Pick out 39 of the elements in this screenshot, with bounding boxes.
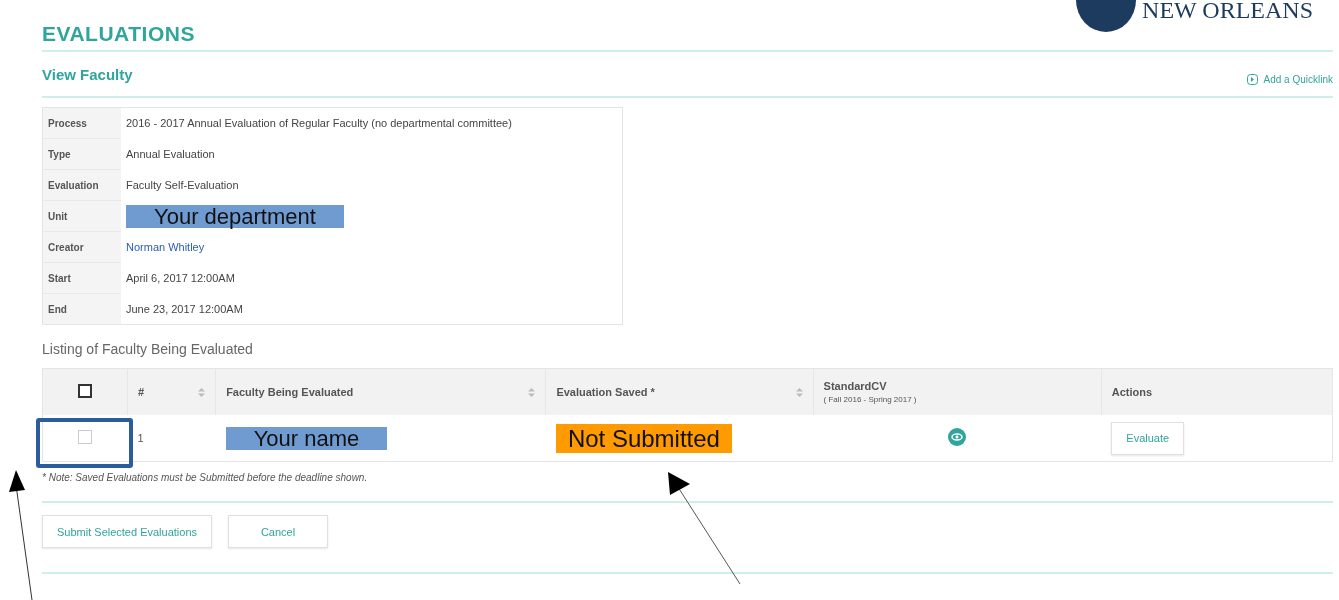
- page-title: EVALUATIONS: [42, 22, 195, 46]
- column-header: #: [138, 386, 145, 398]
- deadline-note: * Note: Saved Evaluations must be Submitted before the deadline shown.: [42, 472, 369, 483]
- submit-button[interactable]: Submit Selected Evaluations: [42, 515, 213, 548]
- detail-label: Start: [42, 262, 121, 294]
- detail-value: June 23, 2017 12:00AM: [126, 302, 243, 315]
- evaluation-status: Not Submitted: [555, 423, 732, 453]
- logo-icon: [1076, 0, 1137, 32]
- column-header: Faculty Being Evaluated: [226, 386, 354, 398]
- creator-link[interactable]: Norman Whitley: [126, 241, 205, 253]
- detail-value: Annual Evaluation: [126, 148, 215, 160]
- detail-value: April 6, 2017 12:00AM: [126, 272, 235, 284]
- logo-text: NEW ORLEANS: [1142, 0, 1313, 20]
- detail-value: 2016 - 2017 Annual Evaluation of Regular Faculty (no departmental committee): [126, 117, 512, 130]
- select-all-checkbox[interactable]: [78, 384, 93, 398]
- detail-label: Creator: [42, 231, 121, 263]
- section-title: View Faculty: [42, 65, 133, 83]
- column-header: StandardCV ( Fall 2016 - Spring 2017 ): [823, 380, 917, 404]
- evaluate-button[interactable]: Evaluate: [1111, 421, 1185, 455]
- sort-icon[interactable]: [198, 387, 206, 397]
- sort-icon[interactable]: [795, 387, 803, 397]
- detail-value: Faculty Self-Evaluation: [126, 179, 239, 191]
- column-header: Actions: [1111, 386, 1153, 398]
- add-icon: [1246, 73, 1258, 85]
- sort-icon[interactable]: [528, 387, 536, 397]
- detail-label: Process: [42, 107, 121, 139]
- detail-value: Your department: [126, 204, 344, 228]
- detail-label: Type: [42, 138, 121, 170]
- detail-label: Unit: [42, 200, 121, 232]
- detail-label: Evaluation: [42, 169, 121, 201]
- cancel-button[interactable]: Cancel: [228, 515, 329, 548]
- listing-title: Listing of Faculty Being Evaluated: [42, 341, 254, 357]
- row-number: 1: [137, 432, 144, 444]
- detail-label: End: [42, 293, 121, 325]
- row-checkbox[interactable]: [78, 430, 93, 444]
- view-icon[interactable]: [948, 428, 967, 446]
- quicklink-link[interactable]: Add a Quicklink: [1246, 73, 1333, 85]
- faculty-name: Your name: [225, 426, 388, 450]
- column-header: Evaluation Saved *: [556, 386, 655, 398]
